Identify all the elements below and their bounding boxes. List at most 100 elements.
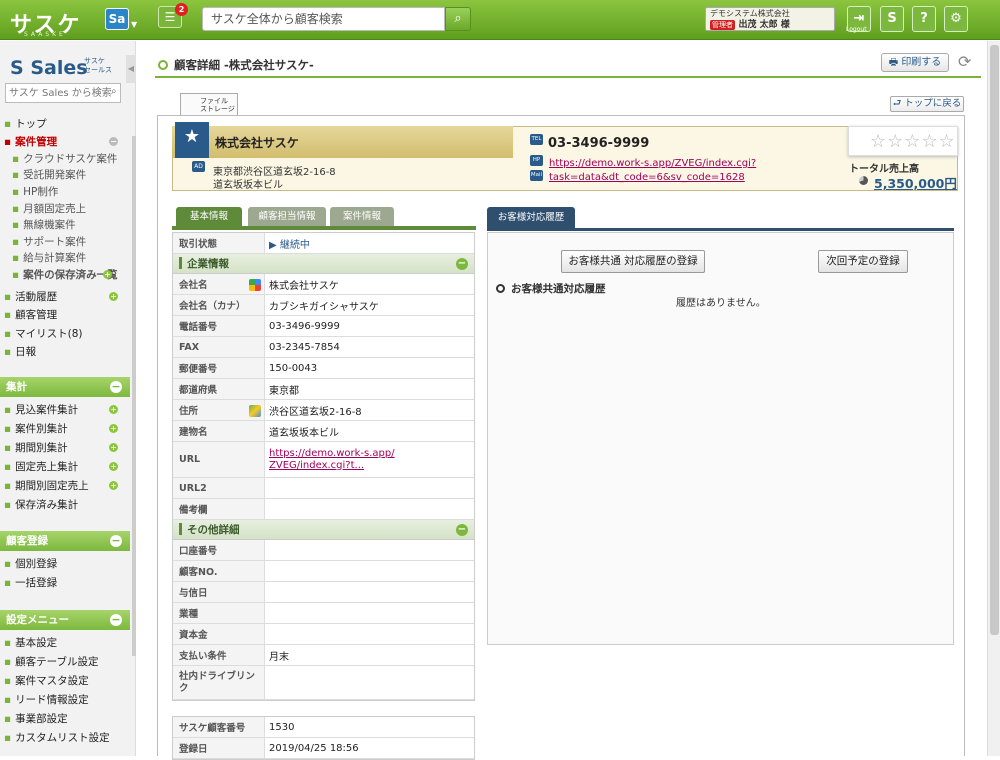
sidebar-item-settings[interactable]: ▪ カスタムリスト設定 [0,730,126,746]
sidebar-item-settings[interactable]: ▪ 顧客テーブル設定 [0,654,126,670]
add-icon[interactable]: + [103,270,112,279]
tab-contact-info[interactable]: 顧客担当情報 [248,207,326,226]
print-button[interactable]: 🖶 印刷する [881,53,949,72]
sidebar-item-settings[interactable]: ▪ リード情報設定 [0,692,126,708]
tab-deal-info[interactable]: 案件情報 [330,207,394,226]
sidebar-item-settings[interactable]: ▪ 案件マスタ設定 [0,673,126,689]
tab-customer-history[interactable]: お客様対応履歴 [487,207,575,228]
field-label: URL2 [173,478,265,498]
customer-tel[interactable]: 03-3496-9999 [548,136,649,151]
collapse-icon[interactable]: − [456,258,468,270]
sidebar-item-radio[interactable]: ▪ 無線機案件 [0,217,126,233]
sidebar-section-aggregate[interactable]: 集計 − [0,377,130,397]
field-value: 渋谷区道玄坂2-16-8 [269,406,362,418]
field-label: 業種 [173,603,265,623]
field-label: 取引状態 [173,233,265,253]
back-to-top-button[interactable]: ⮐ トップに戻る [890,96,964,112]
map-icon[interactable] [249,405,261,417]
sales-logo[interactable]: S Sales [10,57,88,79]
sidebar-section-settings[interactable]: 設定メニュー − [0,610,130,630]
section-other-details[interactable]: その他詳細 − [173,520,474,540]
history-section-title: お客様共通対応履歴 [496,281,606,296]
collapse-icon[interactable]: − [109,137,118,146]
saaske-home-icon[interactable]: S [880,6,904,32]
refresh-icon[interactable]: ⟳ [958,52,971,71]
sidebar-item-payroll[interactable]: ▪ 給与計算案件 [0,250,126,266]
user-role-badge: 管理者 [710,20,735,30]
search-icon[interactable]: ⌕ [111,86,117,97]
rating-stars[interactable]: ☆☆☆☆☆ [870,131,956,152]
sidebar-item-hp[interactable]: ▪ HP制作 [0,184,126,200]
product-switcher-button[interactable]: Sa [105,8,129,30]
collapse-icon[interactable]: − [456,524,468,536]
sidebar-item-contract-dev[interactable]: ▪ 受託開発案件 [0,167,126,183]
table-row: 会社名 株式会社サスケ [173,274,474,295]
customer-name: 株式会社サスケ [215,136,299,150]
search-icon[interactable]: ⌕ [445,7,471,31]
sidebar-item-top[interactable]: ▪ トップ [0,116,126,132]
field-label: 建物名 [173,421,265,441]
help-icon[interactable]: ? [912,6,936,32]
sidebar-item-register[interactable]: ▪ 個別登録 [0,556,126,572]
sidebar-item-aggregate[interactable]: ▪ 案件別集計 + [0,421,126,437]
sidebar-item-register[interactable]: ▪ 一括登録 [0,575,126,591]
sidebar-item-cloud-saaske[interactable]: ▪ クラウドサスケ案件 [0,151,126,167]
sidebar-collapse-handle[interactable]: ◀ [126,55,136,83]
url-link[interactable]: https://demo.work-s.app/ZVEG/index.cgi?t… [269,448,395,471]
tab-basic-info[interactable]: 基本情報 [176,207,242,226]
customer-homepage-link[interactable]: https://demo.work-s.app/ZVEG/index.cgi? t… [549,157,799,185]
favorite-star-icon[interactable]: ★ [175,122,209,158]
field-value: 2019/04/25 18:56 [269,742,359,754]
homepage-url[interactable]: https://demo.work-s.app/ZVEG/index.cgi? t… [549,158,756,183]
collapse-icon[interactable]: − [110,381,122,393]
sidebar-item-customer[interactable]: ▪ 顧客管理 [0,307,126,323]
field-label: FAX [173,337,265,357]
add-icon[interactable]: + [109,481,118,490]
table-row: 備考欄 [173,499,474,520]
sidebar-item-aggregate[interactable]: ▪ 保存済み集計 [0,497,126,513]
field-label: 資本金 [173,624,265,644]
customer-building: 道玄坂坂本ビル [213,180,283,191]
google-search-icon[interactable] [249,279,261,291]
sidebar-item-aggregate[interactable]: ▪ 見込案件集計 + [0,402,126,418]
sidebar-item-aggregate[interactable]: ▪ 固定売上集計 + [0,459,126,475]
sidebar-item-settings[interactable]: ▪ 事業部設定 [0,711,126,727]
settings-gear-icon[interactable]: ⚙ [944,6,968,32]
sidebar-item-support[interactable]: ▪ サポート案件 [0,234,126,250]
sidebar-item-activity[interactable]: ▪ 活動履歴 + [0,289,126,305]
sidebar-item-monthly[interactable]: ▪ 月額固定売上 [0,201,126,217]
homepage-icon: HP [530,155,543,166]
add-icon[interactable]: + [109,292,118,301]
table-row: 取引状態 ▶ 継続中 [173,233,474,254]
sidebar-item-aggregate[interactable]: ▪ 期間別集計 + [0,440,126,456]
add-icon[interactable]: + [109,443,118,452]
section-company-info[interactable]: 企業情報 − [173,254,474,274]
scrollbar-thumb[interactable] [990,45,999,635]
total-sales-value[interactable]: 5,350,000円 [874,173,957,192]
collapse-icon[interactable]: − [110,614,122,626]
sidebar-search-input[interactable] [5,83,121,103]
field-value[interactable]: https://demo.work-s.app/ZVEG/index.cgi?t… [265,448,395,472]
sidebar-item-deal-management[interactable]: ▪ 案件管理 − [0,134,126,150]
sidebar-scrollbar[interactable] [132,136,136,656]
customer-search-input[interactable] [202,7,445,31]
sidebar-item-saved-list[interactable]: ▪ 案件の保存済み一覧 + [0,267,126,283]
add-icon[interactable]: + [109,462,118,471]
collapse-icon[interactable]: − [110,535,122,547]
register-next-schedule-button[interactable]: 次回予定の登録 [818,250,908,273]
add-icon[interactable]: + [109,405,118,414]
table-row: 支払い条件 月末 [173,645,474,666]
chevron-down-icon[interactable]: ▼ [131,20,137,29]
sidebar-item-mylist[interactable]: ▪ マイリスト(8) [0,326,126,342]
sidebar-section-customer-register[interactable]: 顧客登録 − [0,531,130,551]
add-icon[interactable]: + [109,424,118,433]
user-info[interactable]: デモシステム株式会社 管理者 出茂 太郎 様 [705,7,835,31]
file-storage-tab[interactable]: ファイル ストレージ [180,93,238,116]
sidebar-item-aggregate[interactable]: ▪ 期間別固定売上 + [0,478,126,494]
field-label: 社内ドライブリンク [173,666,265,699]
sidebar-item-daily-report[interactable]: ▪ 日報 [0,344,126,360]
tel-icon: TEL [530,134,543,145]
sidebar-item-settings[interactable]: ▪ 基本設定 [0,635,126,651]
register-history-button[interactable]: お客様共通 対応履歴の登録 [561,250,705,273]
page-scrollbar[interactable] [987,41,1000,756]
